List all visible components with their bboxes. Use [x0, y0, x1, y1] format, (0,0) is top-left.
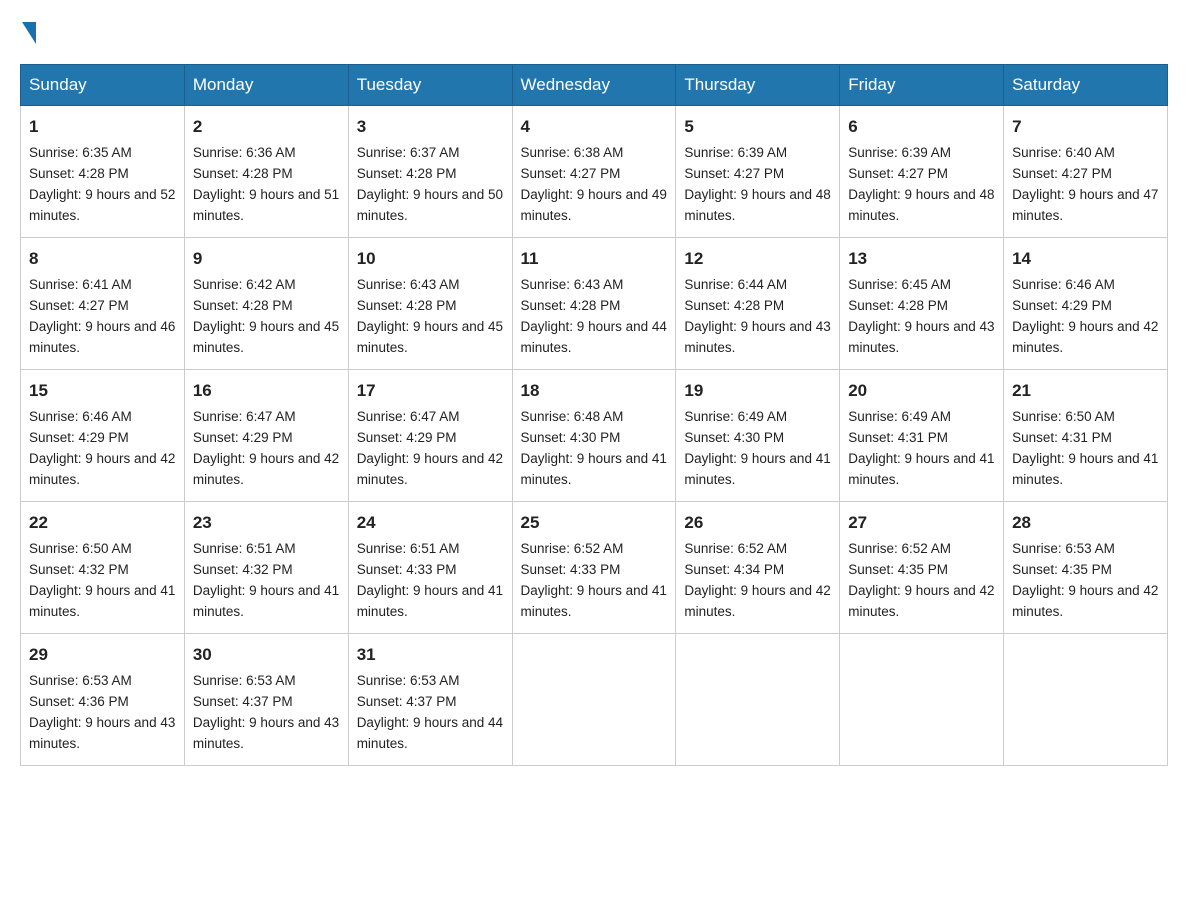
day-number: 27 [848, 510, 995, 536]
calendar-day: 31Sunrise: 6:53 AMSunset: 4:37 PMDayligh… [348, 634, 512, 766]
calendar-day: 2Sunrise: 6:36 AMSunset: 4:28 PMDaylight… [184, 106, 348, 238]
day-number: 3 [357, 114, 504, 140]
logo-triangle-icon [22, 22, 36, 44]
empty-cell [512, 634, 676, 766]
day-number: 18 [521, 378, 668, 404]
header-friday: Friday [840, 65, 1004, 106]
day-number: 28 [1012, 510, 1159, 536]
calendar-day: 27Sunrise: 6:52 AMSunset: 4:35 PMDayligh… [840, 502, 1004, 634]
day-number: 13 [848, 246, 995, 272]
day-number: 4 [521, 114, 668, 140]
empty-cell [840, 634, 1004, 766]
day-number: 19 [684, 378, 831, 404]
calendar-day: 26Sunrise: 6:52 AMSunset: 4:34 PMDayligh… [676, 502, 840, 634]
calendar-day: 5Sunrise: 6:39 AMSunset: 4:27 PMDaylight… [676, 106, 840, 238]
day-number: 25 [521, 510, 668, 536]
day-number: 1 [29, 114, 176, 140]
header-sunday: Sunday [21, 65, 185, 106]
calendar-day: 29Sunrise: 6:53 AMSunset: 4:36 PMDayligh… [21, 634, 185, 766]
day-number: 12 [684, 246, 831, 272]
calendar-day: 22Sunrise: 6:50 AMSunset: 4:32 PMDayligh… [21, 502, 185, 634]
day-number: 7 [1012, 114, 1159, 140]
header-wednesday: Wednesday [512, 65, 676, 106]
day-number: 11 [521, 246, 668, 272]
day-number: 31 [357, 642, 504, 668]
day-number: 16 [193, 378, 340, 404]
calendar-day: 19Sunrise: 6:49 AMSunset: 4:30 PMDayligh… [676, 370, 840, 502]
day-number: 14 [1012, 246, 1159, 272]
day-number: 21 [1012, 378, 1159, 404]
calendar-day: 18Sunrise: 6:48 AMSunset: 4:30 PMDayligh… [512, 370, 676, 502]
header-saturday: Saturday [1004, 65, 1168, 106]
calendar-day: 4Sunrise: 6:38 AMSunset: 4:27 PMDaylight… [512, 106, 676, 238]
empty-cell [1004, 634, 1168, 766]
day-number: 22 [29, 510, 176, 536]
calendar-day: 30Sunrise: 6:53 AMSunset: 4:37 PMDayligh… [184, 634, 348, 766]
calendar-day: 6Sunrise: 6:39 AMSunset: 4:27 PMDaylight… [840, 106, 1004, 238]
header-monday: Monday [184, 65, 348, 106]
calendar-day: 13Sunrise: 6:45 AMSunset: 4:28 PMDayligh… [840, 238, 1004, 370]
day-number: 5 [684, 114, 831, 140]
calendar-week-row: 15Sunrise: 6:46 AMSunset: 4:29 PMDayligh… [21, 370, 1168, 502]
calendar-day: 10Sunrise: 6:43 AMSunset: 4:28 PMDayligh… [348, 238, 512, 370]
calendar-day: 14Sunrise: 6:46 AMSunset: 4:29 PMDayligh… [1004, 238, 1168, 370]
day-number: 8 [29, 246, 176, 272]
calendar-week-row: 8Sunrise: 6:41 AMSunset: 4:27 PMDaylight… [21, 238, 1168, 370]
calendar-day: 23Sunrise: 6:51 AMSunset: 4:32 PMDayligh… [184, 502, 348, 634]
calendar-day: 3Sunrise: 6:37 AMSunset: 4:28 PMDaylight… [348, 106, 512, 238]
day-number: 17 [357, 378, 504, 404]
day-number: 20 [848, 378, 995, 404]
calendar-day: 21Sunrise: 6:50 AMSunset: 4:31 PMDayligh… [1004, 370, 1168, 502]
calendar-day: 7Sunrise: 6:40 AMSunset: 4:27 PMDaylight… [1004, 106, 1168, 238]
calendar-day: 16Sunrise: 6:47 AMSunset: 4:29 PMDayligh… [184, 370, 348, 502]
calendar-day: 9Sunrise: 6:42 AMSunset: 4:28 PMDaylight… [184, 238, 348, 370]
header-tuesday: Tuesday [348, 65, 512, 106]
calendar-week-row: 22Sunrise: 6:50 AMSunset: 4:32 PMDayligh… [21, 502, 1168, 634]
calendar-day: 28Sunrise: 6:53 AMSunset: 4:35 PMDayligh… [1004, 502, 1168, 634]
day-number: 9 [193, 246, 340, 272]
calendar-week-row: 1Sunrise: 6:35 AMSunset: 4:28 PMDaylight… [21, 106, 1168, 238]
calendar-day: 20Sunrise: 6:49 AMSunset: 4:31 PMDayligh… [840, 370, 1004, 502]
day-number: 30 [193, 642, 340, 668]
calendar-day: 17Sunrise: 6:47 AMSunset: 4:29 PMDayligh… [348, 370, 512, 502]
calendar-week-row: 29Sunrise: 6:53 AMSunset: 4:36 PMDayligh… [21, 634, 1168, 766]
calendar-day: 11Sunrise: 6:43 AMSunset: 4:28 PMDayligh… [512, 238, 676, 370]
calendar-day: 1Sunrise: 6:35 AMSunset: 4:28 PMDaylight… [21, 106, 185, 238]
page-header [20, 20, 1168, 44]
calendar-day: 25Sunrise: 6:52 AMSunset: 4:33 PMDayligh… [512, 502, 676, 634]
day-number: 24 [357, 510, 504, 536]
logo [20, 20, 36, 44]
calendar-day: 15Sunrise: 6:46 AMSunset: 4:29 PMDayligh… [21, 370, 185, 502]
day-number: 6 [848, 114, 995, 140]
calendar-day: 8Sunrise: 6:41 AMSunset: 4:27 PMDaylight… [21, 238, 185, 370]
day-number: 15 [29, 378, 176, 404]
day-number: 23 [193, 510, 340, 536]
header-thursday: Thursday [676, 65, 840, 106]
day-number: 2 [193, 114, 340, 140]
day-number: 26 [684, 510, 831, 536]
day-number: 10 [357, 246, 504, 272]
empty-cell [676, 634, 840, 766]
calendar-table: SundayMondayTuesdayWednesdayThursdayFrid… [20, 64, 1168, 766]
calendar-day: 24Sunrise: 6:51 AMSunset: 4:33 PMDayligh… [348, 502, 512, 634]
calendar-header-row: SundayMondayTuesdayWednesdayThursdayFrid… [21, 65, 1168, 106]
calendar-day: 12Sunrise: 6:44 AMSunset: 4:28 PMDayligh… [676, 238, 840, 370]
day-number: 29 [29, 642, 176, 668]
